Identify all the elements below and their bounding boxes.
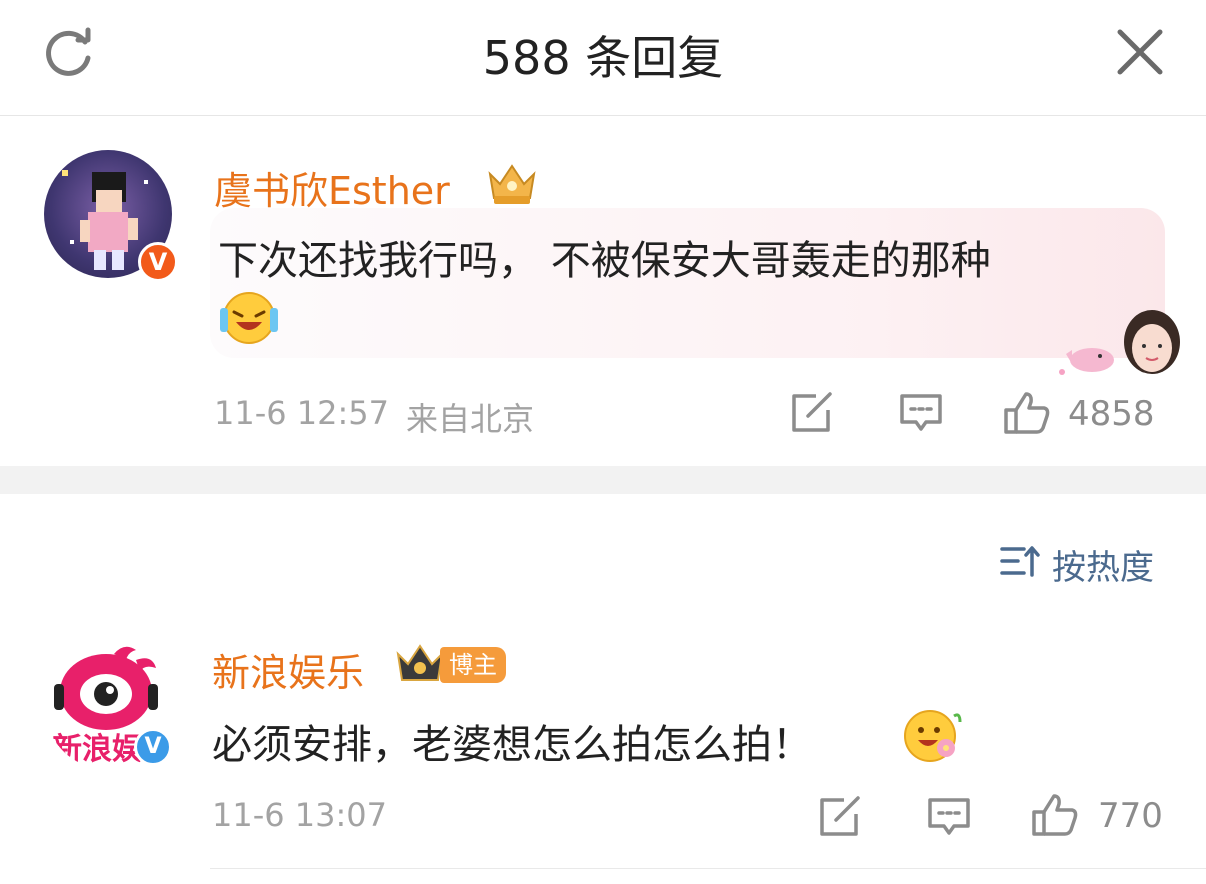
crown-icon [488,164,536,204]
reply-timestamp: 11-6 13:07 [212,796,388,834]
laughing-crying-emoji [220,292,278,344]
verified-badge: V [134,728,172,766]
reply-like-count: 770 [1098,796,1163,836]
reply-avatar-text: 新浪娱 [52,732,142,767]
verified-badge: V [138,242,178,282]
reply-username[interactable]: 新浪娱乐 [212,642,364,697]
flower-smile-emoji [904,710,962,762]
comment-avatar[interactable]: V [44,150,178,282]
divider-line [210,868,1206,869]
comment-text: 下次还找我行吗， 不被保安大哥轰走的那种 [218,238,991,284]
sort-by-hot-button[interactable]: 按热度 [1052,540,1154,589]
comment-icon[interactable] [898,392,944,434]
like-icon[interactable] [1030,792,1080,838]
share-icon[interactable] [790,392,836,434]
comment-like-count: 4858 [1068,394,1155,434]
share-icon[interactable] [818,796,864,838]
comment-bubble-sticker [1059,310,1180,375]
section-divider [0,466,1206,494]
sort-icon[interactable] [1000,543,1040,579]
page-title: 588 条回复 [482,31,724,85]
reply-text: 必须安排，老婆想怎么拍怎么拍！ [212,722,812,768]
crown-icon [396,644,444,681]
comment-location: 来自北京 [406,400,535,438]
comment-username[interactable]: 虞书欣Esther [214,160,450,215]
reply-avatar[interactable]: 新浪娱 V [44,640,178,774]
like-icon[interactable] [1002,390,1052,436]
comment-icon[interactable] [926,796,972,838]
blogger-tag: 博主 [440,647,506,683]
header-bar: 588 条回复 [0,0,1206,116]
close-icon[interactable] [1110,22,1170,82]
comment-timestamp: 11-6 12:57 [214,394,390,432]
